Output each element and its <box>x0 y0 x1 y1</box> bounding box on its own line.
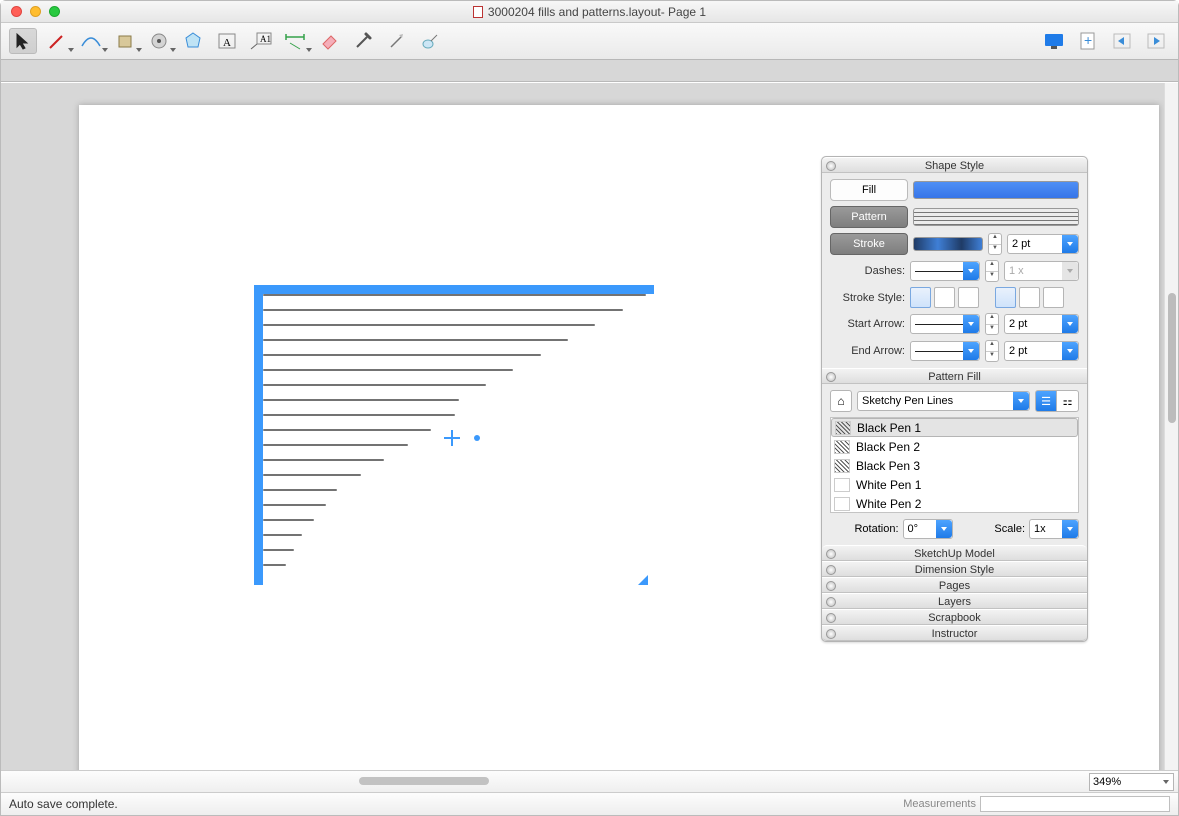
dashes-stepper[interactable]: ▲▼ <box>985 260 999 282</box>
join-tool[interactable] <box>417 28 445 54</box>
previous-button[interactable] <box>1108 28 1136 54</box>
start-arrow-label: Start Arrow: <box>830 318 905 330</box>
window-title: 3000204 fills and patterns.layout- Page … <box>488 5 706 19</box>
rotation-handle[interactable] <box>444 430 460 446</box>
ruler-bar <box>1 60 1178 82</box>
line-tool[interactable] <box>43 28 71 54</box>
pattern-item[interactable]: Black Pen 2 <box>831 437 1078 456</box>
pattern-collection-select[interactable]: Sketchy Pen Lines <box>857 391 1030 411</box>
pattern-swatch-icon <box>834 440 850 454</box>
select-tool[interactable] <box>9 28 37 54</box>
polygon-tool[interactable] <box>179 28 207 54</box>
pattern-item[interactable]: White Pen 2 <box>831 494 1078 513</box>
list-view-button[interactable]: ☰ <box>1035 390 1057 412</box>
svg-text:A1: A1 <box>260 34 271 44</box>
label-tool[interactable]: A1 <box>247 28 275 54</box>
dashes-label: Dashes: <box>830 265 905 277</box>
dimension-tool[interactable] <box>281 28 309 54</box>
rectangle-tool[interactable] <box>111 28 139 54</box>
zoom-select[interactable]: 349% <box>1089 773 1174 791</box>
pattern-swatch-icon <box>834 478 850 492</box>
collapsed-panel-header[interactable]: Instructor <box>822 625 1087 641</box>
inspector-panel: Shape Style Fill Pattern Stroke ▲▼ 2 pt … <box>821 156 1088 642</box>
pattern-home-button[interactable]: ⌂ <box>830 390 852 412</box>
next-button[interactable] <box>1142 28 1170 54</box>
measurements-label: Measurements <box>903 798 976 810</box>
pattern-item[interactable]: Black Pen 1 <box>831 418 1078 437</box>
status-bar: Auto save complete. Measurements <box>1 792 1178 815</box>
stroke-cap-group[interactable] <box>910 287 979 308</box>
style-tool[interactable] <box>349 28 377 54</box>
pattern-swatch-icon <box>834 459 850 473</box>
stroke-color-swatch[interactable] <box>913 237 983 251</box>
shape-style-header[interactable]: Shape Style <box>822 157 1087 173</box>
pattern-item[interactable]: White Pen 1 <box>831 475 1078 494</box>
canvas-workspace[interactable]: Shape Style Fill Pattern Stroke ▲▼ 2 pt … <box>1 83 1178 770</box>
end-arrow-label: End Arrow: <box>830 345 905 357</box>
eraser-tool[interactable] <box>315 28 343 54</box>
pattern-toggle[interactable]: Pattern <box>830 206 908 228</box>
rotation-label: Rotation: <box>830 523 899 535</box>
stroke-style-label: Stroke Style: <box>830 292 905 304</box>
fill-color-swatch[interactable] <box>913 181 1079 199</box>
collapsed-panel-header[interactable]: Scrapbook <box>822 609 1087 625</box>
bottom-bar: 349% <box>1 770 1178 792</box>
pattern-swatch[interactable] <box>913 208 1079 226</box>
scale-label: Scale: <box>957 523 1026 535</box>
measurements-input[interactable] <box>980 796 1170 812</box>
pattern-item-label: Black Pen 3 <box>856 459 920 473</box>
text-tool[interactable]: A <box>213 28 241 54</box>
collapsed-panel-header[interactable]: Layers <box>822 593 1087 609</box>
selected-shape[interactable] <box>254 285 654 585</box>
status-message: Auto save complete. <box>9 797 118 811</box>
circle-tool[interactable] <box>145 28 173 54</box>
presentation-button[interactable] <box>1040 28 1068 54</box>
main-toolbar: A A1 + <box>1 23 1178 60</box>
horizontal-scrollbar[interactable] <box>9 777 1081 787</box>
pattern-item-label: Black Pen 2 <box>856 440 920 454</box>
add-page-button[interactable]: + <box>1074 28 1102 54</box>
collapsed-panel-header[interactable]: SketchUp Model <box>822 545 1087 561</box>
rotation-select[interactable]: 0° <box>903 519 953 539</box>
stroke-stepper[interactable]: ▲▼ <box>988 233 1002 255</box>
pattern-swatch-icon <box>835 421 851 435</box>
stroke-size-select[interactable]: 2 pt <box>1007 234 1079 254</box>
collapsed-panel-header[interactable]: Pages <box>822 577 1087 593</box>
dashes-select[interactable] <box>910 261 980 281</box>
start-arrow-select[interactable] <box>910 314 980 334</box>
pattern-list[interactable]: Black Pen 1 Black Pen 2 Black Pen 3 White P… <box>830 417 1079 513</box>
fill-toggle[interactable]: Fill <box>830 179 908 201</box>
grid-view-button[interactable]: ⚏ <box>1057 390 1079 412</box>
arc-tool[interactable] <box>77 28 105 54</box>
scale-select[interactable]: 1x <box>1029 519 1079 539</box>
start-arrow-stepper[interactable]: ▲▼ <box>985 313 999 335</box>
svg-text:A: A <box>223 37 231 49</box>
split-tool[interactable] <box>383 28 411 54</box>
dashes-scale-select: 1 x <box>1004 261 1079 281</box>
end-arrow-select[interactable] <box>910 341 980 361</box>
start-arrow-size-select[interactable]: 2 pt <box>1004 314 1079 334</box>
collapsed-panel-header[interactable]: Dimension Style <box>822 561 1087 577</box>
pattern-item-label: White Pen 1 <box>856 478 921 492</box>
svg-text:+: + <box>1084 32 1092 48</box>
pattern-swatch-icon <box>834 497 850 511</box>
resize-corner-icon[interactable] <box>638 575 648 585</box>
stroke-toggle[interactable]: Stroke <box>830 233 908 255</box>
window-titlebar: 3000204 fills and patterns.layout- Page … <box>1 1 1178 23</box>
document-icon <box>473 6 483 18</box>
pattern-fill-header[interactable]: Pattern Fill <box>822 368 1087 384</box>
stroke-join-group[interactable] <box>995 287 1064 308</box>
pattern-item-label: Black Pen 1 <box>857 421 921 435</box>
end-arrow-size-select[interactable]: 2 pt <box>1004 341 1079 361</box>
end-arrow-stepper[interactable]: ▲▼ <box>985 340 999 362</box>
vertical-scrollbar[interactable] <box>1164 83 1178 770</box>
pattern-item[interactable]: Black Pen 3 <box>831 456 1078 475</box>
pattern-item-label: White Pen 2 <box>856 497 921 511</box>
